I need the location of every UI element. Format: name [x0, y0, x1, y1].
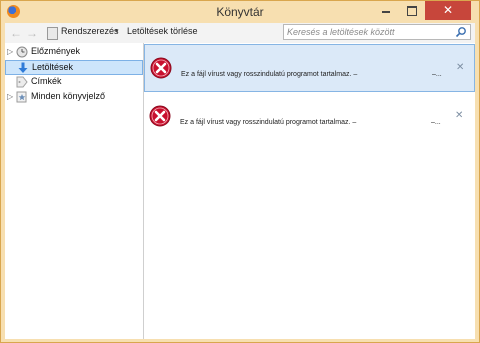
maximize-button[interactable]	[399, 1, 425, 20]
error-icon	[149, 105, 171, 127]
sidebar: ▷ Előzmények Letöltések Címkék ▷ Minden …	[5, 43, 144, 339]
sidebar-item-label: Címkék	[31, 76, 62, 86]
chevron-down-icon: ▾	[115, 28, 119, 35]
sidebar-item-label: Minden könyvjelző	[31, 91, 106, 101]
remove-icon[interactable]: ✕	[456, 62, 464, 73]
sidebar-item-label: Letöltések	[32, 62, 74, 72]
search-icon[interactable]	[455, 26, 467, 38]
error-icon	[150, 57, 172, 79]
title-bar[interactable]: Könyvtár ✕	[1, 1, 479, 23]
sidebar-item-tags[interactable]: Címkék	[5, 75, 143, 90]
sidebar-item-label: Előzmények	[31, 46, 81, 56]
download-arrow-icon	[18, 62, 28, 73]
sidebar-item-downloads[interactable]: Letöltések	[5, 60, 143, 75]
tag-icon	[16, 76, 28, 88]
download-item[interactable]: Ez a fájl vírust vagy rosszindulatú prog…	[144, 44, 475, 92]
minimize-button[interactable]	[373, 1, 399, 20]
search-box[interactable]	[283, 24, 471, 40]
search-input[interactable]	[287, 26, 452, 38]
forward-button[interactable]: →	[25, 26, 39, 40]
bookmarks-star-icon	[16, 91, 27, 103]
download-size: –...	[431, 119, 441, 126]
downloads-list: Ez a fájl vírust vagy rosszindulatú prog…	[144, 43, 475, 339]
remove-icon[interactable]: ✕	[455, 110, 463, 121]
close-button[interactable]: ✕	[425, 1, 471, 20]
close-icon: ✕	[442, 3, 454, 17]
sidebar-item-all-bookmarks[interactable]: ▷ Minden könyvjelző	[5, 90, 143, 105]
expand-icon[interactable]: ▷	[7, 47, 13, 56]
organize-icon	[47, 27, 58, 40]
expand-icon[interactable]: ▷	[7, 92, 13, 101]
download-item[interactable]: Ez a fájl vírust vagy rosszindulatú prog…	[144, 93, 475, 141]
back-button[interactable]: ←	[9, 26, 23, 40]
download-size: –...	[432, 71, 442, 78]
library-window: Könyvtár ✕ ← → Rendszerezés ▾ Letöltések…	[0, 0, 480, 343]
history-clock-icon	[16, 46, 28, 58]
organize-label: Rendszerezés	[61, 26, 119, 36]
clear-downloads-button[interactable]: Letöltések törlése	[127, 26, 198, 36]
download-status-text: Ez a fájl vírust vagy rosszindulatú prog…	[181, 71, 358, 78]
sidebar-item-history[interactable]: ▷ Előzmények	[5, 45, 143, 60]
toolbar: ← → Rendszerezés ▾ Letöltések törlése	[5, 23, 475, 44]
download-status-text: Ez a fájl vírust vagy rosszindulatú prog…	[180, 119, 357, 126]
